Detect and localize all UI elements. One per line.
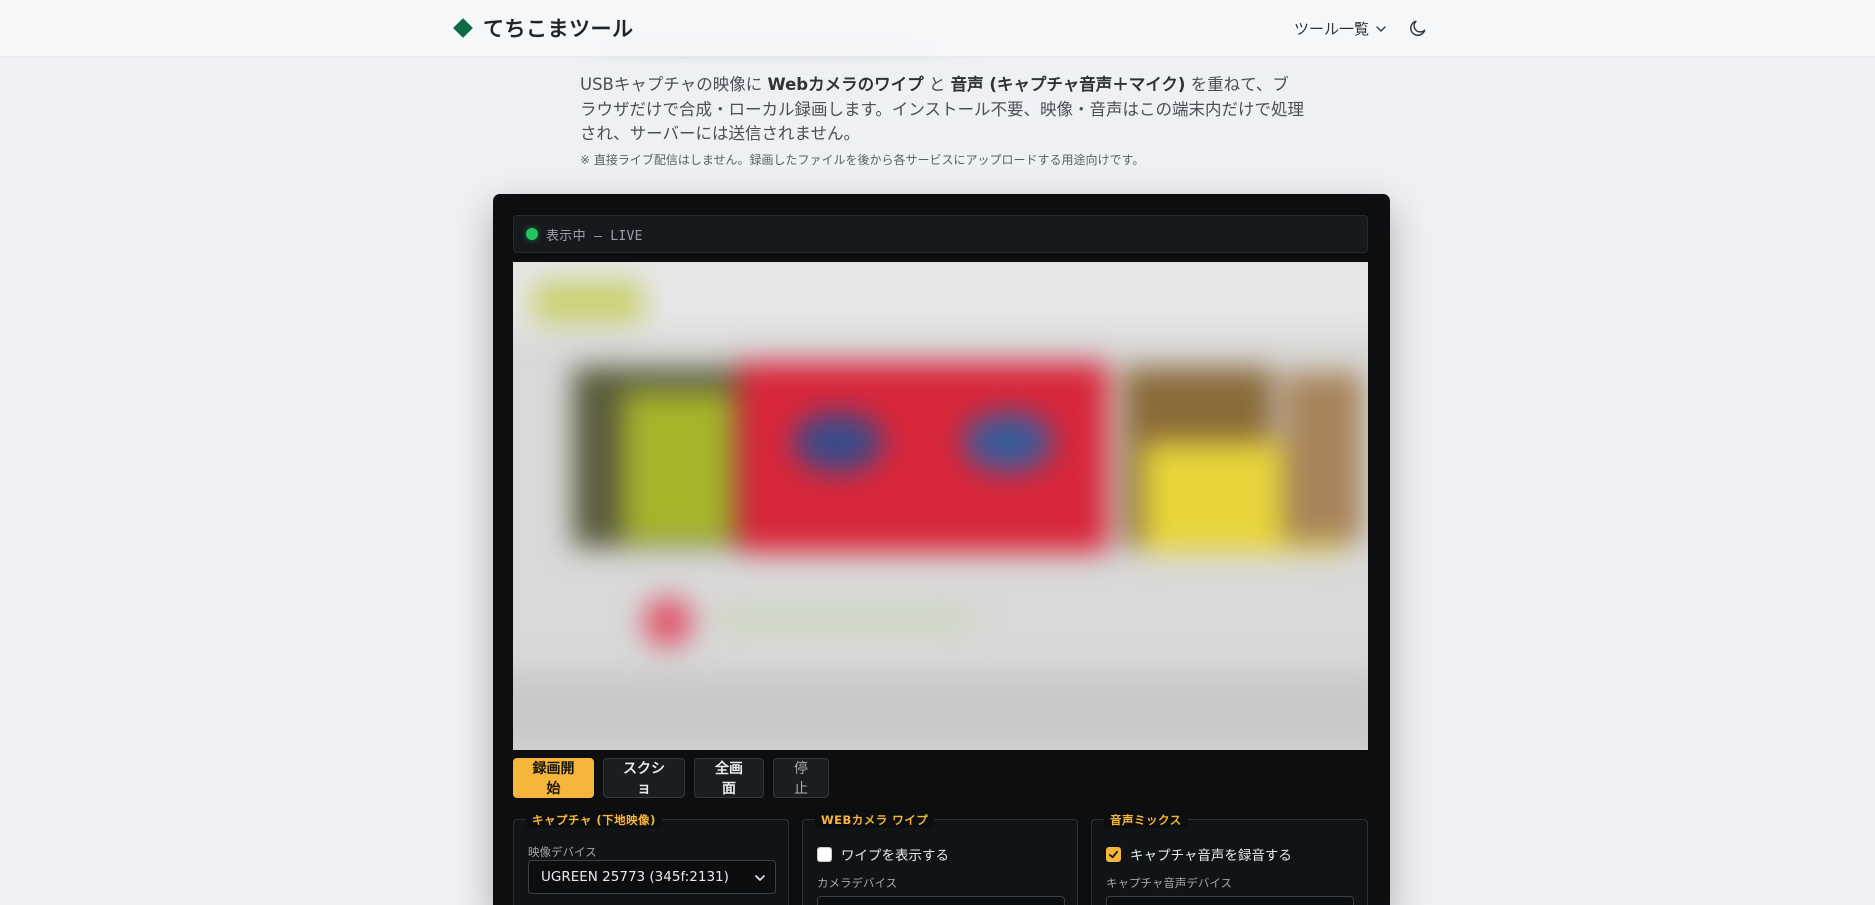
chevron-down-icon	[1376, 25, 1386, 32]
show-wipe-checkbox[interactable]	[817, 846, 832, 862]
brand-logo-link[interactable]: てちこまツール	[453, 13, 634, 43]
control-buttons: 録画開始 スクショ 全画面 停止	[513, 758, 829, 798]
video-preview[interactable]	[513, 262, 1368, 750]
video-device-value: UGREEN 25773 (345f:2131)	[541, 869, 729, 885]
record-capture-audio-checkbox[interactable]	[1106, 846, 1121, 862]
audio-mix-settings-group: 音声ミックス キャプチャ音声を録音する キャプチャ音声デバイス	[1091, 812, 1368, 905]
show-wipe-label: ワイプを表示する	[841, 848, 949, 864]
record-start-button[interactable]: 録画開始	[513, 758, 594, 798]
capture-settings-legend: キャプチャ (下地映像)	[526, 812, 662, 828]
intro-text-1: USBキャプチャの映像に	[580, 75, 768, 94]
capture-audio-device-select[interactable]	[1106, 896, 1354, 905]
screenshot-button[interactable]: スクショ	[603, 758, 685, 798]
capture-audio-device-label: キャプチャ音声デバイス	[1106, 876, 1233, 890]
webcam-wipe-legend: WEBカメラ ワイプ	[815, 812, 935, 828]
diamond-logo-icon	[453, 18, 473, 38]
top-navigation-bar: てちこまツール ツール一覧	[0, 0, 1875, 57]
intro-note: ※ 直接ライブ配信はしません。録画したファイルを後から各サービスにアップロードす…	[580, 153, 1145, 167]
recorder-panel: 表示中 — LIVE 録画開始 スクショ 全画面 停止 キャプチャ (下地映像)…	[493, 194, 1390, 905]
checkmark-icon	[1108, 850, 1119, 858]
live-status-text: 表示中 — LIVE	[546, 228, 643, 244]
brand-name: てちこまツール	[483, 17, 634, 41]
moon-icon	[1410, 20, 1426, 36]
show-wipe-checkbox-row[interactable]: ワイプを表示する	[817, 844, 949, 864]
audio-mix-legend: 音声ミックス	[1104, 812, 1188, 828]
record-capture-audio-label: キャプチャ音声を録音する	[1130, 848, 1292, 864]
webcam-wipe-settings-group: WEBカメラ ワイプ ワイプを表示する カメラデバイス	[802, 812, 1078, 905]
chevron-down-icon	[755, 875, 765, 881]
stop-button[interactable]: 停止	[773, 758, 829, 798]
video-device-label: 映像デバイス	[528, 845, 597, 859]
live-indicator-dot-icon	[526, 228, 538, 240]
tools-menu-label: ツール一覧	[1294, 19, 1370, 38]
intro-emphasis-audio: 音声 (キャプチャ音声＋マイク)	[950, 75, 1186, 94]
intro-emphasis-webcam: Webカメラのワイプ	[767, 75, 924, 94]
camera-device-select[interactable]	[817, 896, 1065, 905]
intro-description: USBキャプチャの映像に Webカメラのワイプ と 音声 (キャプチャ音声＋マイ…	[580, 73, 1305, 147]
theme-toggle-button[interactable]	[1404, 14, 1432, 42]
blurred-capture-feed	[513, 262, 1368, 750]
intro-text-2: と	[923, 75, 951, 94]
camera-device-label: カメラデバイス	[817, 876, 898, 890]
record-capture-audio-checkbox-row[interactable]: キャプチャ音声を録音する	[1106, 844, 1292, 864]
tools-menu-dropdown[interactable]: ツール一覧	[1294, 16, 1387, 40]
video-device-select[interactable]: UGREEN 25773 (345f:2131)	[528, 860, 776, 894]
fullscreen-button[interactable]: 全画面	[694, 758, 764, 798]
capture-settings-group: キャプチャ (下地映像) 映像デバイス UGREEN 25773 (345f:2…	[513, 812, 789, 905]
live-status-bar: 表示中 — LIVE	[513, 215, 1368, 253]
